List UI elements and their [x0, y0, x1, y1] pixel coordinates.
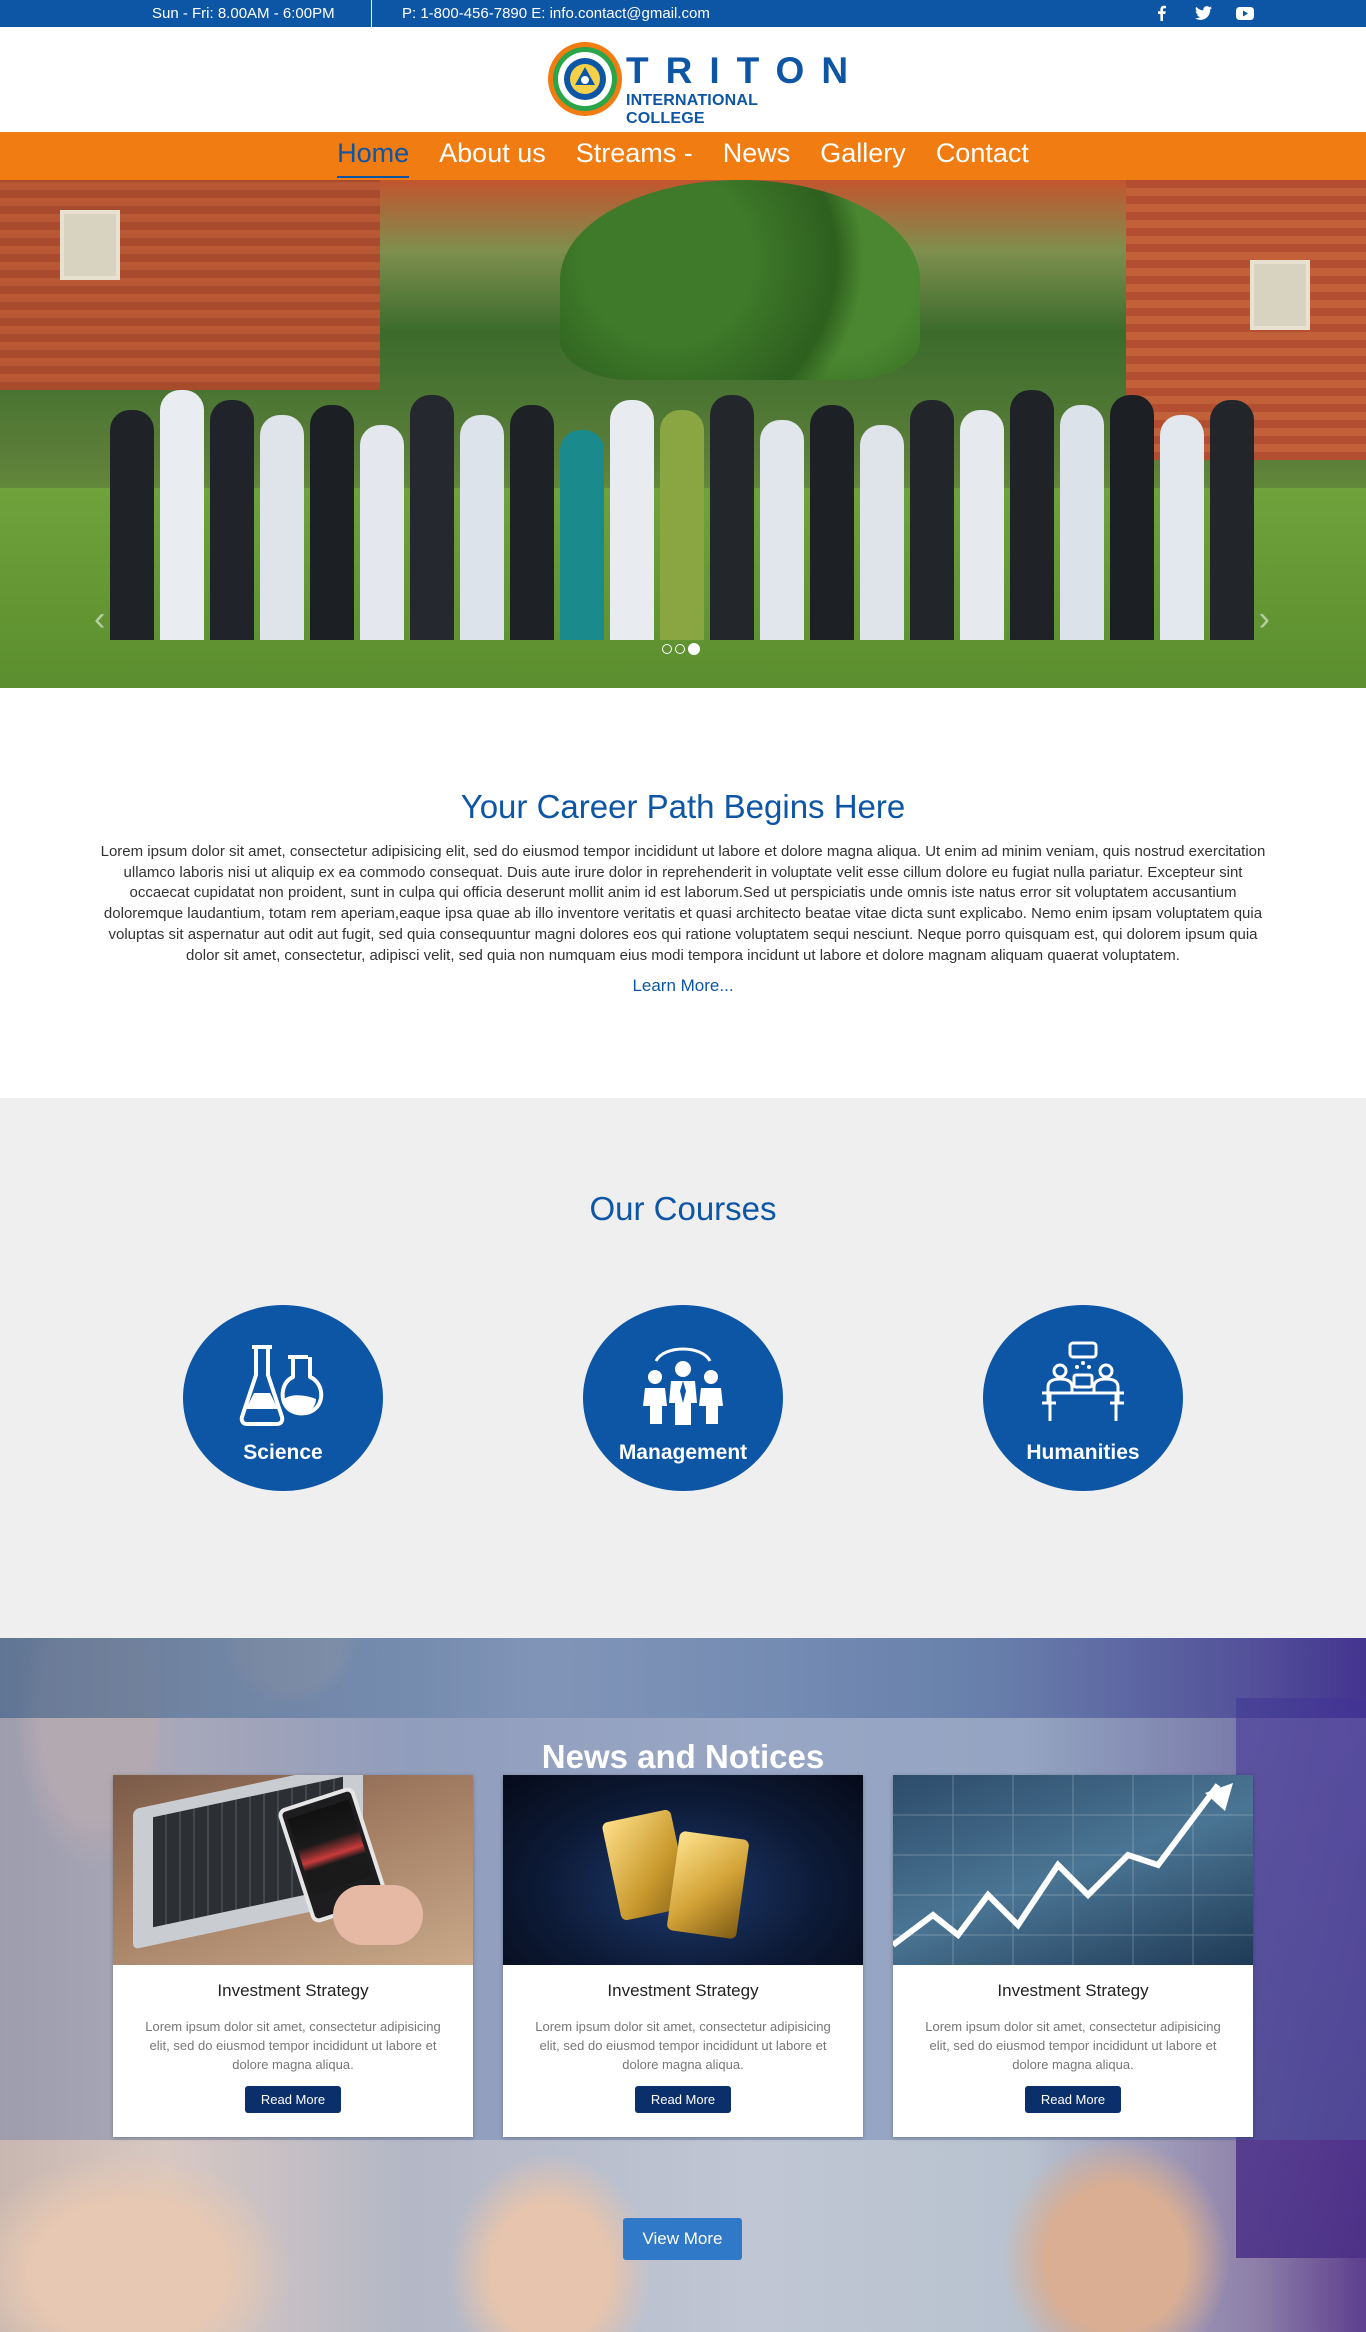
discussion-icon [1042, 1341, 1124, 1421]
news-card-desc: Lorem ipsum dolor sit amet, consectetur … [925, 2019, 1221, 2072]
read-more-button[interactable]: Read More [244, 2086, 342, 2113]
slider-dot[interactable] [675, 644, 685, 654]
course-management[interactable]: Management [583, 1305, 783, 1491]
news-section: News and Notices Investment Strategy Lor… [0, 1638, 1366, 2332]
news-title: News and Notices [541, 1738, 825, 1775]
flask-icon [239, 1345, 324, 1426]
courses-title: Our Courses [589, 1190, 777, 1227]
main-nav: Home About us Streams - News Gallery Con… [0, 132, 1366, 180]
view-more-button[interactable]: View More [623, 2218, 742, 2260]
news-card-desc: Lorem ipsum dolor sit amet, consectetur … [535, 2019, 831, 2072]
news-card-title: Investment Strategy [607, 1981, 759, 2000]
gold-bars-image [503, 1775, 863, 1965]
career-section: Your Career Path Begins Here Lorem ipsum… [0, 688, 1366, 1098]
background-child [0, 2132, 320, 2332]
course-humanities[interactable]: Humanities [983, 1305, 1183, 1491]
news-card-title: Investment Strategy [997, 1981, 1149, 2000]
nav-item-gallery[interactable]: Gallery [805, 132, 921, 180]
nav-item-contact[interactable]: Contact [921, 132, 1044, 180]
learn-more-link[interactable]: Learn More... [632, 976, 733, 996]
slider-dot[interactable] [662, 644, 672, 654]
career-title: Your Career Path Begins Here [460, 788, 906, 825]
hero-trees [560, 180, 920, 380]
news-top-band [0, 1638, 1366, 1718]
background-child [986, 2122, 1246, 2332]
slider-next-icon[interactable]: › [1259, 600, 1270, 639]
topbar-divider [371, 0, 372, 27]
people-icon [643, 1347, 723, 1425]
contact-info: P: 1-800-456-7890 E: info.contact@gmail.… [402, 5, 710, 22]
hero-window [60, 210, 120, 280]
logo-name: TRITON [626, 50, 866, 91]
news-card: Investment Strategy Lorem ipsum dolor si… [503, 1775, 863, 2137]
hero-window [1250, 260, 1310, 330]
nav-item-about[interactable]: About us [424, 132, 561, 180]
hero-students-group [70, 370, 1296, 640]
nav-item-streams[interactable]: Streams - [561, 132, 708, 180]
course-science[interactable]: Science [183, 1305, 383, 1491]
course-label: Humanities [1026, 1441, 1140, 1464]
news-card-title: Investment Strategy [217, 1981, 369, 2000]
course-label: Management [618, 1441, 748, 1464]
logo-emblem-icon [548, 42, 622, 116]
hero-slider: ‹ › [0, 180, 1366, 688]
top-bar: Sun - Fri: 8.00AM - 6:00PM P: 1-800-456-… [0, 0, 1366, 27]
course-label: Science [243, 1441, 323, 1464]
twitter-icon[interactable] [1192, 4, 1214, 22]
news-card-desc: Lorem ipsum dolor sit amet, consectetur … [145, 2019, 441, 2072]
slider-prev-icon[interactable]: ‹ [94, 600, 105, 639]
news-card: Investment Strategy Lorem ipsum dolor si… [893, 1775, 1253, 2137]
facebook-icon[interactable] [1150, 4, 1172, 22]
course-list: Science Management Humanities [0, 1305, 1366, 1505]
header: TRITON INTERNATIONAL COLLEGE [0, 27, 1366, 132]
nav-item-home[interactable]: Home [322, 132, 424, 180]
read-more-button[interactable]: Read More [1024, 2086, 1122, 2113]
read-more-button[interactable]: Read More [634, 2086, 732, 2113]
social-links [1150, 4, 1256, 22]
slider-dot-active[interactable] [688, 643, 700, 655]
business-hours: Sun - Fri: 8.00AM - 6:00PM [152, 5, 335, 22]
career-body: Lorem ipsum dolor sit amet, consectetur … [100, 843, 1266, 964]
laptop-phone-image [113, 1775, 473, 1965]
logo-subtitle: INTERNATIONAL COLLEGE [626, 92, 758, 127]
hero-building-left [0, 180, 380, 390]
news-card: Investment Strategy Lorem ipsum dolor si… [113, 1775, 473, 2137]
youtube-icon[interactable] [1234, 4, 1256, 22]
nav-item-news[interactable]: News [708, 132, 806, 180]
slider-dots [662, 643, 700, 655]
courses-section: Our Courses Science Management Humanitie… [0, 1098, 1366, 1638]
stock-chart-image [893, 1775, 1253, 1965]
college-logo[interactable]: TRITON INTERNATIONAL COLLEGE [546, 40, 848, 127]
